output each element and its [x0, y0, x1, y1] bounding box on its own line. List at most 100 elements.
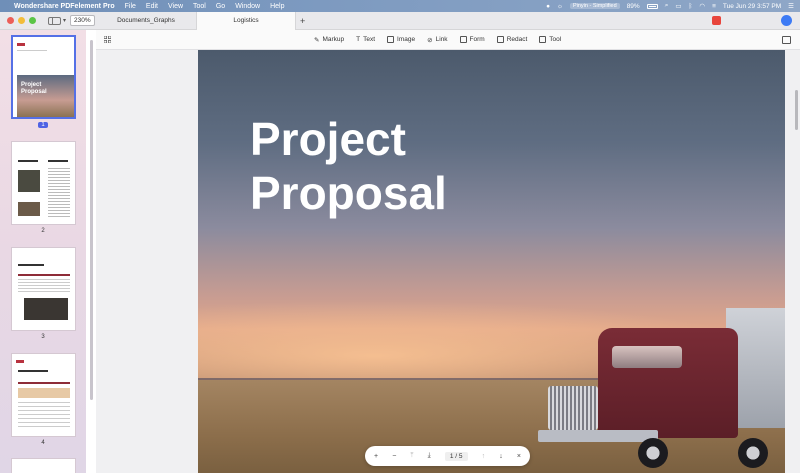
thumb-line — [17, 50, 47, 51]
thumb-photo — [24, 298, 68, 320]
window-controls — [7, 17, 36, 24]
logo-mark — [16, 360, 24, 363]
truck-image — [538, 298, 785, 473]
menu-view[interactable]: View — [168, 3, 183, 10]
spotlight-icon[interactable]: ⌕ — [665, 2, 669, 10]
page-thumbnail-3[interactable] — [11, 247, 76, 331]
screen-mirror-icon[interactable]: ▭ — [675, 2, 681, 10]
truck-cab — [598, 328, 738, 438]
tool-group: ✎ Markup T Text Image ⊘ Link Form Redact… — [314, 36, 561, 44]
app-name-menu[interactable]: Wondershare PDFelement Pro — [14, 3, 115, 10]
battery-icon[interactable] — [646, 3, 658, 9]
thumb-heading — [48, 160, 68, 162]
form-icon — [459, 36, 467, 43]
notification-icon[interactable]: ☰ — [788, 2, 794, 10]
menu-help[interactable]: Help — [270, 3, 284, 10]
pdf-page[interactable]: Project Proposal — [198, 50, 785, 473]
tab-label: Documents_Graphs — [117, 17, 175, 24]
page-thumbnail-2[interactable] — [11, 141, 76, 225]
thumb-heading — [18, 160, 38, 162]
document-title[interactable]: Project Proposal — [250, 112, 447, 220]
document-canvas[interactable]: Project Proposal — [96, 50, 800, 473]
next-page-icon[interactable]: ↓ — [499, 453, 503, 460]
grid-icon[interactable] — [104, 36, 111, 43]
toolbox-icon — [539, 36, 547, 43]
tool-label: Link — [435, 36, 448, 43]
menu-file[interactable]: File — [125, 3, 136, 10]
input-source-indicator[interactable]: Pinyin - Simplified — [569, 3, 620, 9]
text-button[interactable]: T Text — [356, 36, 375, 43]
tool-button[interactable]: Tool — [539, 36, 561, 43]
truck-wheel — [738, 438, 768, 468]
page-thumbnail-1[interactable]: Project Proposal — [11, 35, 76, 119]
wifi-icon[interactable]: ◠ — [699, 2, 705, 10]
right-panel-icon[interactable] — [782, 36, 791, 44]
thumb-text — [48, 168, 70, 218]
clock[interactable]: Tue Jun 29 3:57 PM — [723, 3, 781, 10]
thumbnail-page-number: 3 — [41, 334, 45, 340]
tool-label: Form — [469, 36, 485, 43]
markup-button[interactable]: ✎ Markup — [314, 36, 344, 44]
link-button[interactable]: ⊘ Link — [427, 36, 447, 44]
minimize-window-button[interactable] — [18, 17, 25, 24]
zoom-out-button[interactable]: − — [392, 453, 396, 460]
close-window-button[interactable] — [7, 17, 14, 24]
thumb-rule — [18, 274, 70, 276]
menu-window[interactable]: Window — [235, 3, 260, 10]
maximize-window-button[interactable] — [29, 17, 36, 24]
brightness-icon[interactable]: ☼ — [557, 3, 563, 10]
bluetooth-icon[interactable]: ᛒ — [689, 3, 693, 10]
menu-edit[interactable]: Edit — [146, 3, 158, 10]
thumb-title: Project Proposal — [21, 82, 47, 95]
total-pages: 5 — [458, 452, 463, 460]
menu-go[interactable]: Go — [216, 3, 225, 10]
new-tab-button[interactable]: + — [300, 16, 305, 26]
title-line-2: Proposal — [250, 167, 447, 219]
truck-bumper — [538, 430, 658, 442]
text-icon: T — [356, 36, 361, 43]
tool-label: Image — [397, 36, 416, 43]
battery-percent: 89% — [626, 2, 640, 10]
thumbnail-page-number: 1 — [38, 122, 48, 128]
page-thumbnail-4[interactable] — [11, 353, 76, 437]
tab-bar-right — [712, 15, 792, 26]
wechat-icon[interactable]: ● — [546, 3, 550, 10]
first-page-icon[interactable]: ⤒ — [410, 452, 413, 460]
zoom-select[interactable]: 230% — [70, 15, 95, 26]
redact-button[interactable]: Redact — [496, 36, 528, 43]
image-button[interactable]: Image — [387, 36, 415, 43]
tab-logistics[interactable]: Logistics — [196, 11, 296, 30]
gift-icon[interactable] — [712, 16, 721, 25]
tool-label: Markup — [322, 36, 345, 43]
current-page: 1 — [449, 452, 454, 460]
sidebar-toggle-icon[interactable] — [48, 16, 61, 25]
thumb-text — [18, 279, 70, 293]
form-button[interactable]: Form — [459, 36, 485, 43]
tool-label: Redact — [506, 36, 528, 43]
tool-label: Text — [363, 36, 376, 43]
link-icon: ⊘ — [427, 36, 433, 44]
tab-documents-graphs[interactable]: Documents_Graphs — [96, 12, 196, 30]
previous-page-icon[interactable]: ↑ — [482, 453, 486, 460]
sidebar-scrollbar[interactable] — [90, 40, 93, 400]
page-number-field[interactable]: 1 / 5 — [444, 451, 468, 461]
logo-mark — [17, 43, 25, 46]
menu-tool[interactable]: Tool — [193, 3, 206, 10]
title-line-1: Project — [250, 113, 406, 165]
truck-grille — [548, 386, 598, 430]
zoom-in-button[interactable]: + — [374, 453, 378, 460]
image-icon — [387, 36, 395, 43]
page-thumbnail-5[interactable] — [11, 458, 76, 473]
redact-icon — [496, 36, 504, 43]
thumb-text — [18, 402, 70, 430]
chevron-down-icon[interactable]: ▾ — [63, 17, 66, 24]
download-icon[interactable]: ⤓ — [428, 452, 431, 460]
tool-label: Tool — [549, 36, 562, 43]
close-navigator-button[interactable]: × — [517, 453, 521, 460]
page-navigator: + − ⤒ ⤓ 1 / 5 ↑ ↓ × — [365, 446, 530, 466]
document-scrollbar[interactable] — [795, 90, 798, 130]
account-avatar-icon[interactable] — [781, 15, 792, 26]
tab-bar: ▾ 230% Documents_Graphs Logistics + — [0, 11, 800, 30]
control-center-icon[interactable]: ≡ — [712, 3, 716, 10]
edit-toolbar: ✎ Markup T Text Image ⊘ Link Form Redact… — [96, 30, 800, 50]
